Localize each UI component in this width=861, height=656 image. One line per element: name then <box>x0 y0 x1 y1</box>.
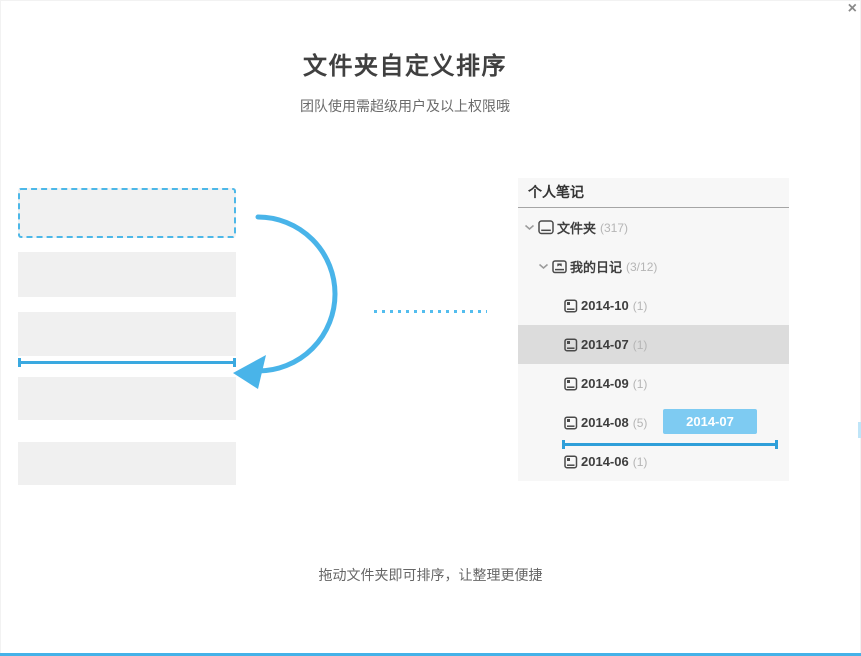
tree-item-count: (1) <box>632 376 648 391</box>
dotted-connector-line <box>374 310 487 313</box>
panel-title: 个人笔记 <box>518 178 789 208</box>
tree-item-label: 文件夹 <box>557 221 597 236</box>
list-item-bar <box>18 312 236 356</box>
tree-item-label: 2014-08 <box>581 415 629 430</box>
tree-item-count: (1) <box>632 337 648 352</box>
chevron-down-icon <box>524 224 535 231</box>
tree-item-count: (1) <box>632 298 648 313</box>
list-item-bar <box>18 442 236 485</box>
tree-item-label: 2014-10 <box>581 298 629 313</box>
tree-item-2014-09[interactable]: 2014-09 (1) <box>518 364 789 403</box>
tree-item-label: 2014-07 <box>581 337 629 352</box>
tree-item-label: 2014-09 <box>581 376 629 391</box>
note-icon <box>564 337 578 352</box>
note-icon <box>564 298 578 313</box>
tree-item-2014-10[interactable]: 2014-10 (1) <box>518 286 789 325</box>
tutorial-caption: 拖动文件夹即可排序，让整理更便捷 <box>318 567 543 583</box>
note-icon <box>564 454 578 469</box>
tree-item-count: (3/12) <box>626 259 658 274</box>
notebook-icon <box>538 220 554 235</box>
notes-tree-panel: 个人笔记 文件夹 (317) 我的日记 (3/12) 2014-10 (1) 2… <box>518 178 789 481</box>
subtitle: 团队使用需超级用户及以上权限哦 <box>300 98 510 114</box>
drag-ghost-badge: 2014-07 <box>663 409 757 434</box>
tree-item-count: (317) <box>600 220 629 235</box>
list-item-bar <box>18 252 236 297</box>
folder-sort-tutorial-dialog: × 文件夹自定义排序 团队使用需超级用户及以上权限哦 个人笔记 文件夹 (317… <box>0 0 861 656</box>
tree-item-label: 我的日记 <box>570 260 623 275</box>
close-icon[interactable]: × <box>848 0 857 18</box>
tree-item-count: (1) <box>632 454 648 469</box>
drop-indicator-line <box>562 440 778 449</box>
note-icon <box>564 415 578 430</box>
tree-item-my-diary[interactable]: 我的日记 (3/12) <box>518 247 789 286</box>
page-title: 文件夹自定义排序 <box>303 53 507 80</box>
tree-item-count: (5) <box>632 415 648 430</box>
list-item-bar <box>18 377 236 420</box>
tree-item-label: 2014-06 <box>581 454 629 469</box>
tree-item-2014-06[interactable]: 2014-06 (1) <box>518 442 789 481</box>
drop-indicator-line <box>18 358 236 367</box>
diary-notebook-icon <box>552 259 567 274</box>
note-icon <box>564 376 578 391</box>
tree-item-folders[interactable]: 文件夹 (317) <box>518 208 789 247</box>
dragged-item-placeholder <box>18 188 236 238</box>
chevron-down-icon <box>538 263 549 270</box>
tree-item-2014-07-selected[interactable]: 2014-07 (1) <box>518 325 789 364</box>
curved-arrow-icon <box>233 214 338 389</box>
